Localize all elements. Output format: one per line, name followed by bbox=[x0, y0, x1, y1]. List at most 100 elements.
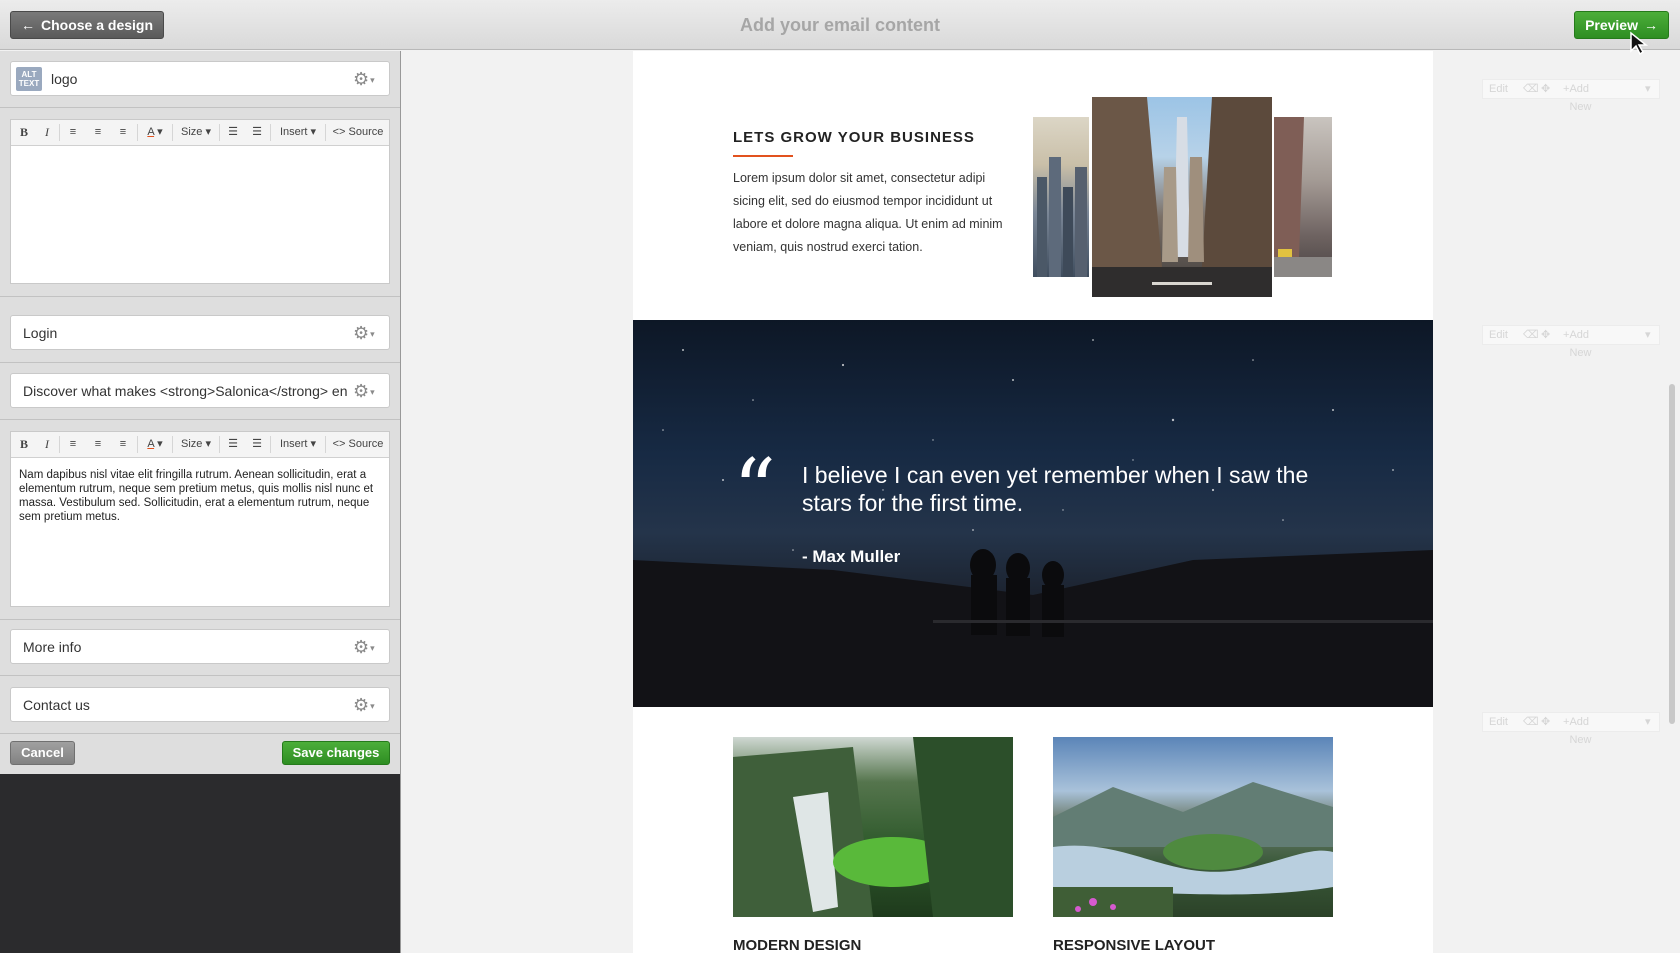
river-landscape-photo bbox=[1053, 782, 1333, 917]
align-right-icon[interactable]: ≡ bbox=[113, 432, 133, 457]
code-icon: <> bbox=[332, 126, 346, 138]
text-color-icon[interactable]: A ▾ bbox=[141, 120, 169, 145]
rich-text-editor-2[interactable]: B I ≡ ≡ ≡ A ▾ Size ▾ ☰ ☰ Insert ▾ <> Sou… bbox=[10, 431, 390, 607]
trash-icon[interactable]: ⌫ bbox=[1523, 326, 1539, 344]
chevron-down-icon[interactable]: ▾ bbox=[1645, 326, 1651, 344]
gear-icon[interactable]: ⚙▾ bbox=[353, 696, 381, 714]
preview-button[interactable]: Preview → bbox=[1574, 11, 1669, 39]
more-info-field[interactable]: More info ⚙▾ bbox=[10, 629, 390, 664]
divider bbox=[270, 436, 271, 453]
gear-icon[interactable]: ⚙▾ bbox=[353, 638, 381, 656]
divider bbox=[59, 436, 60, 453]
editor-form: ALT TEXT logo ⚙▾ B I ≡ ≡ ≡ A ▾ Size ▾ ☰ bbox=[0, 51, 400, 774]
scrollbar[interactable] bbox=[1669, 384, 1675, 724]
size-dropdown[interactable]: Size ▾ bbox=[176, 432, 216, 457]
editor-2-content[interactable]: Nam dapibus nisl vitae elit fringilla ru… bbox=[11, 458, 389, 534]
logo-field[interactable]: ALT TEXT logo ⚙▾ bbox=[10, 61, 390, 96]
trash-icon[interactable]: ⌫ bbox=[1523, 713, 1539, 731]
align-center-icon[interactable]: ≡ bbox=[88, 120, 108, 145]
chevron-down-icon[interactable]: ▾ bbox=[1645, 713, 1651, 731]
divider bbox=[0, 419, 400, 420]
cancel-button[interactable]: Cancel bbox=[10, 741, 75, 765]
choose-design-button[interactable]: ← Choose a design bbox=[10, 11, 165, 39]
source-button[interactable]: <> Source bbox=[329, 120, 387, 145]
city-image-center[interactable] bbox=[1092, 97, 1272, 297]
email-preview-canvas: LETS GROW YOUR BUSINESS Lorem ipsum dolo… bbox=[633, 51, 1433, 953]
bullet-list-icon[interactable]: ☰ bbox=[247, 432, 267, 457]
alt-text-icon[interactable]: ALT TEXT bbox=[16, 67, 42, 91]
gear-icon[interactable]: ⚙▾ bbox=[353, 70, 381, 88]
insert-dropdown[interactable]: Insert ▾ bbox=[274, 120, 322, 145]
text-color-icon[interactable]: A ▾ bbox=[141, 432, 169, 457]
divider bbox=[137, 436, 138, 453]
choose-design-label: Choose a design bbox=[41, 17, 154, 33]
login-field[interactable]: Login ⚙▾ bbox=[10, 315, 390, 350]
river-image[interactable] bbox=[1053, 737, 1333, 917]
save-changes-button[interactable]: Save changes bbox=[282, 741, 390, 765]
insert-dropdown[interactable]: Insert ▾ bbox=[274, 432, 322, 457]
block-controls[interactable]: Edit ⌫ ✥ + Add New ▾ bbox=[1482, 712, 1660, 746]
quote-section[interactable]: “ I believe I can even yet remember when… bbox=[633, 320, 1433, 707]
quote-mark-icon: “ bbox=[733, 441, 776, 539]
gear-icon[interactable]: ⚙▾ bbox=[353, 382, 381, 400]
discover-field[interactable]: Discover what makes <strong>Salonica</st… bbox=[10, 373, 390, 408]
numbered-list-icon[interactable]: ☰ bbox=[223, 432, 243, 457]
divider bbox=[270, 124, 271, 141]
alt-badge-line2: TEXT bbox=[18, 79, 40, 88]
move-icon[interactable]: ✥ bbox=[1541, 713, 1550, 731]
arrow-left-icon: ← bbox=[21, 17, 35, 33]
quote-author[interactable]: - Max Muller bbox=[802, 547, 900, 567]
column-title-responsive-layout[interactable]: RESPONSIVE LAYOUT bbox=[1053, 937, 1215, 953]
align-left-icon[interactable]: ≡ bbox=[63, 432, 83, 457]
divider bbox=[0, 296, 400, 297]
chevron-down-icon[interactable]: ▾ bbox=[1645, 80, 1651, 98]
block-controls[interactable]: Edit ⌫ ✥ + Add New ▾ bbox=[1482, 325, 1660, 359]
mouse-cursor-icon bbox=[1630, 31, 1649, 55]
block-edit-label[interactable]: Edit bbox=[1489, 713, 1508, 731]
align-center-icon[interactable]: ≡ bbox=[88, 432, 108, 457]
trash-icon[interactable]: ⌫ bbox=[1523, 80, 1539, 98]
waterfall-image[interactable] bbox=[733, 737, 1013, 917]
move-icon[interactable]: ✥ bbox=[1541, 80, 1550, 98]
divider bbox=[59, 124, 60, 141]
quote-text[interactable]: I believe I can even yet remember when I… bbox=[802, 461, 1322, 517]
divider bbox=[219, 124, 220, 141]
italic-button[interactable]: I bbox=[38, 120, 56, 145]
source-button[interactable]: <> Source bbox=[329, 432, 387, 457]
block-controls[interactable]: Edit ⌫ ✥ + Add New ▾ bbox=[1482, 79, 1660, 113]
block-add-new-label[interactable]: + Add New bbox=[1563, 713, 1591, 746]
divider bbox=[0, 362, 400, 363]
editor-toolbar: B I ≡ ≡ ≡ A ▾ Size ▾ ☰ ☰ Insert ▾ <> Sou… bbox=[11, 432, 389, 458]
move-icon[interactable]: ✥ bbox=[1541, 326, 1550, 344]
align-left-icon[interactable]: ≡ bbox=[63, 120, 83, 145]
section-body-text[interactable]: Lorem ipsum dolor sit amet, consectetur … bbox=[733, 167, 1018, 259]
city-street-image bbox=[1274, 117, 1332, 277]
divider bbox=[0, 619, 400, 620]
block-edit-label[interactable]: Edit bbox=[1489, 326, 1508, 344]
login-field-label: Login bbox=[23, 325, 58, 341]
section-title[interactable]: LETS GROW YOUR BUSINESS bbox=[733, 129, 975, 146]
bold-button[interactable]: B bbox=[15, 120, 33, 145]
size-dropdown[interactable]: Size ▾ bbox=[176, 120, 216, 145]
page-title: Add your email content bbox=[739, 15, 941, 35]
block-edit-label[interactable]: Edit bbox=[1489, 80, 1508, 98]
divider bbox=[0, 675, 400, 676]
column-title-modern-design[interactable]: MODERN DESIGN bbox=[733, 937, 861, 953]
bullet-list-icon[interactable]: ☰ bbox=[247, 120, 267, 145]
block-add-new-label[interactable]: + Add New bbox=[1563, 80, 1591, 113]
add-new-text: Add New bbox=[1569, 83, 1592, 113]
city-image-left[interactable] bbox=[1033, 117, 1089, 277]
numbered-list-icon[interactable]: ☰ bbox=[223, 120, 243, 145]
rich-text-editor-1[interactable]: B I ≡ ≡ ≡ A ▾ Size ▾ ☰ ☰ Insert ▾ <> Sou… bbox=[10, 119, 390, 284]
divider bbox=[0, 733, 400, 734]
contact-field[interactable]: Contact us ⚙▾ bbox=[10, 687, 390, 722]
top-bar: ← Choose a design Add your email content … bbox=[0, 0, 1680, 50]
gear-icon[interactable]: ⚙▾ bbox=[353, 324, 381, 342]
editor-1-content[interactable] bbox=[11, 146, 389, 166]
block-add-new-label[interactable]: + Add New bbox=[1563, 326, 1591, 359]
divider bbox=[325, 436, 326, 453]
italic-button[interactable]: I bbox=[38, 432, 56, 457]
align-right-icon[interactable]: ≡ bbox=[113, 120, 133, 145]
bold-button[interactable]: B bbox=[15, 432, 33, 457]
city-image-right[interactable] bbox=[1274, 117, 1332, 277]
